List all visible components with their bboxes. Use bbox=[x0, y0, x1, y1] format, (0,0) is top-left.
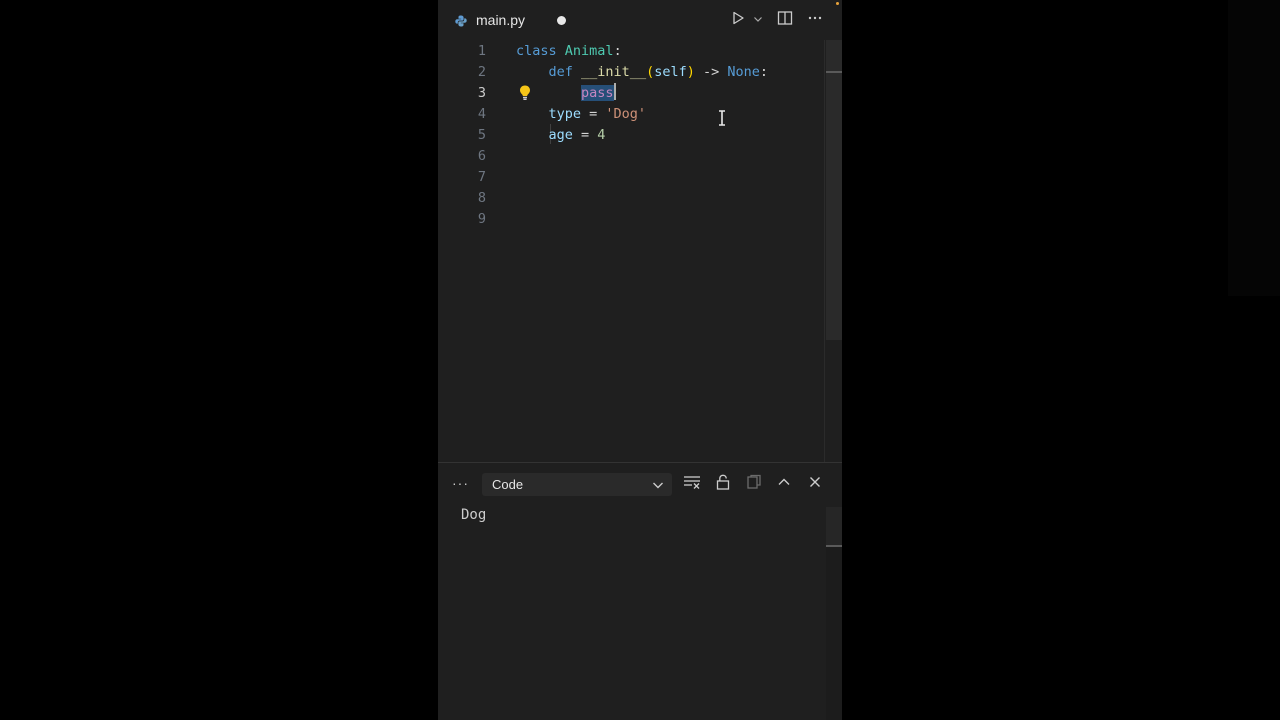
editor-scrollbar-marker bbox=[826, 71, 842, 73]
clear-output-button[interactable] bbox=[683, 475, 701, 493]
line-number: 3 bbox=[477, 85, 486, 101]
code-line[interactable]: 5 age = 4 bbox=[438, 125, 824, 146]
code-line[interactable]: 7 bbox=[438, 167, 824, 188]
line-number: 6 bbox=[477, 148, 486, 164]
editor-window: main.py 1 class Animal: 2 def __init__(s… bbox=[438, 0, 842, 720]
line-number: 1 bbox=[477, 43, 486, 59]
code-text: def __init__(self) -> None: bbox=[516, 62, 769, 83]
code-token: __init__ bbox=[581, 64, 647, 80]
code-token: ( bbox=[646, 64, 655, 80]
code-token: ) bbox=[686, 64, 695, 80]
activity-dot bbox=[836, 2, 839, 5]
chevron-up-icon bbox=[777, 475, 791, 494]
filter-icon bbox=[683, 474, 701, 495]
output-panel: ··· Code Dog bbox=[438, 462, 842, 720]
output-text: Dog bbox=[461, 507, 487, 523]
code-text: pass bbox=[516, 83, 616, 104]
code-token: -> bbox=[694, 64, 728, 80]
line-number: 7 bbox=[477, 169, 486, 185]
chevron-down-icon bbox=[652, 478, 664, 490]
code-token: class bbox=[516, 43, 557, 59]
code-token: type bbox=[548, 106, 582, 122]
more-icon bbox=[807, 10, 823, 31]
output-channel-label: Code bbox=[492, 477, 524, 492]
code-line[interactable]: 1 class Animal: bbox=[438, 41, 824, 62]
code-line[interactable]: 8 bbox=[438, 188, 824, 209]
copy-output-button[interactable] bbox=[745, 474, 763, 495]
code-editor[interactable]: 1 class Animal: 2 def __init__(self) -> No… bbox=[438, 40, 842, 462]
lock-scroll-button[interactable] bbox=[714, 474, 732, 495]
code-token: = bbox=[572, 127, 598, 143]
code-token: None bbox=[727, 64, 760, 80]
line-number: 8 bbox=[477, 190, 486, 206]
editor-scrollbar-thumb[interactable] bbox=[826, 40, 842, 340]
code-token: = bbox=[581, 106, 606, 122]
tab-bar: main.py bbox=[438, 0, 842, 40]
split-editor-icon bbox=[777, 10, 793, 31]
close-panel-button[interactable] bbox=[806, 475, 824, 493]
copy-icon bbox=[746, 474, 762, 495]
code-text: type = 'Dog' bbox=[516, 104, 647, 125]
line-number: 5 bbox=[477, 127, 486, 143]
code-token: self bbox=[654, 64, 687, 80]
more-actions-button[interactable] bbox=[806, 11, 824, 29]
line-number: 4 bbox=[477, 106, 486, 122]
code-token: : bbox=[613, 43, 622, 59]
code-text: age = 4 bbox=[516, 125, 606, 146]
close-icon bbox=[808, 475, 822, 494]
left-background bbox=[0, 0, 438, 720]
split-editor-button[interactable] bbox=[776, 10, 794, 31]
code-line[interactable]: 4 type = 'Dog' bbox=[438, 104, 824, 125]
code-token: 'Dog' bbox=[605, 106, 647, 122]
panel-scrollbar-marker bbox=[826, 545, 842, 547]
line-number: 2 bbox=[477, 64, 486, 80]
code-token: : bbox=[759, 64, 769, 80]
maximize-panel-button[interactable] bbox=[775, 475, 793, 493]
unsaved-indicator[interactable] bbox=[557, 16, 566, 25]
tab-label: main.py bbox=[476, 12, 526, 28]
code-token: def bbox=[548, 64, 573, 80]
panel-scrollbar-thumb[interactable] bbox=[826, 507, 842, 545]
code-token: 4 bbox=[597, 127, 606, 143]
code-line[interactable]: 3 pass bbox=[438, 83, 824, 104]
output-channel-select[interactable]: Code bbox=[482, 473, 672, 496]
panel-more-button[interactable]: ··· bbox=[452, 475, 469, 491]
selected-token: pass bbox=[581, 85, 614, 101]
code-line[interactable]: 6 bbox=[438, 146, 824, 167]
code-line[interactable]: 2 def __init__(self) -> None: bbox=[438, 62, 824, 83]
code-token: age bbox=[548, 127, 573, 143]
text-caret bbox=[613, 83, 616, 100]
run-options-button[interactable] bbox=[749, 11, 767, 29]
python-file-icon bbox=[455, 14, 467, 27]
chevron-down-icon bbox=[753, 11, 763, 29]
line-number: 9 bbox=[477, 211, 486, 227]
code-token: Animal bbox=[564, 43, 614, 59]
tab-main-py[interactable]: main.py bbox=[438, 0, 578, 40]
code-text: class Animal: bbox=[516, 41, 622, 62]
run-button[interactable] bbox=[729, 11, 747, 29]
background-shape bbox=[1228, 0, 1280, 296]
lock-icon bbox=[716, 474, 730, 495]
right-background bbox=[842, 0, 1280, 720]
code-line[interactable]: 9 bbox=[438, 209, 824, 230]
run-icon bbox=[731, 11, 745, 30]
